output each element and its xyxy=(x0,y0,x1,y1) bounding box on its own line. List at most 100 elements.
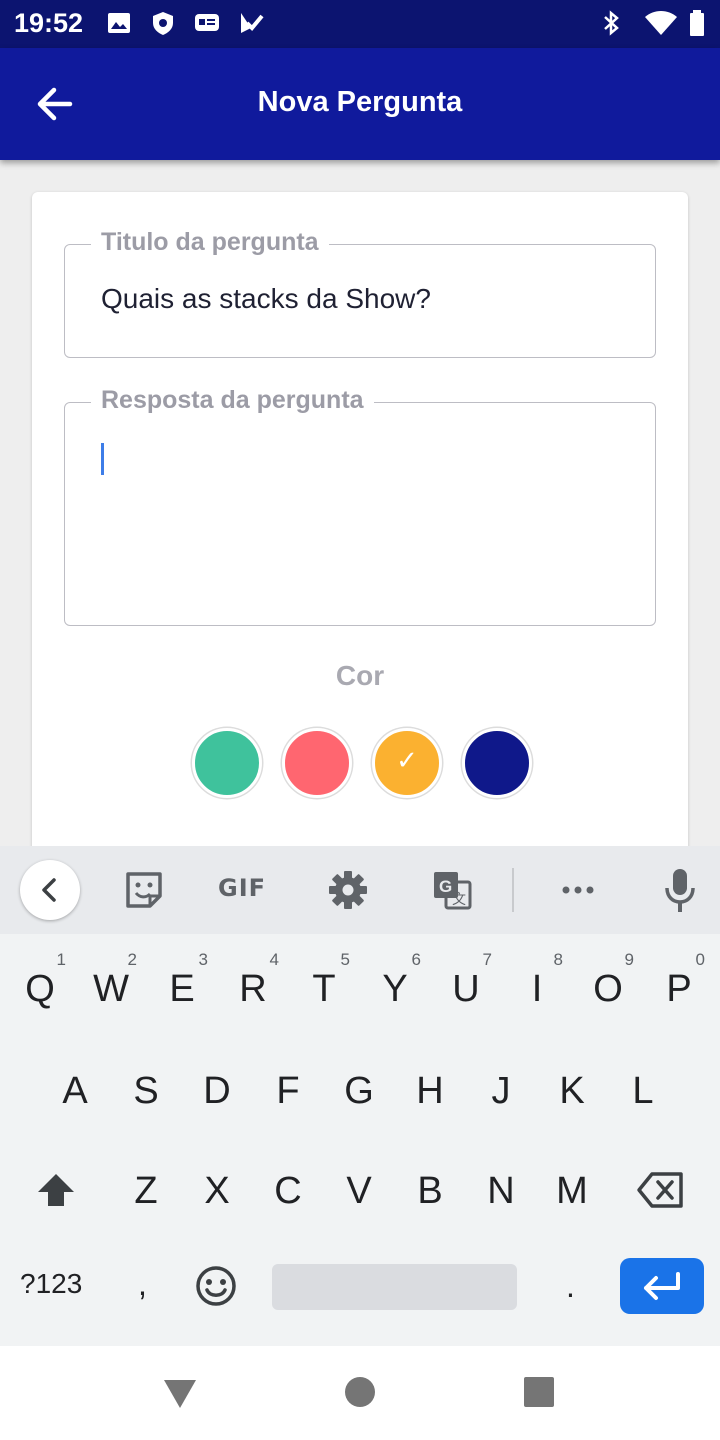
key-label: K xyxy=(559,1070,585,1112)
key-hint: 2 xyxy=(127,950,137,969)
space-bar[interactable] xyxy=(272,1264,517,1310)
bluetooth-icon xyxy=(604,10,619,36)
key-q[interactable]: Q1 xyxy=(8,950,72,1030)
key-label: P xyxy=(666,968,692,1010)
nav-recents-icon[interactable] xyxy=(524,1377,554,1407)
color-swatch[interactable] xyxy=(282,728,352,798)
question-form-card: Titulo da pergunta Quais as stacks da Sh… xyxy=(32,192,688,892)
key-k[interactable]: K xyxy=(540,1052,604,1132)
key-t[interactable]: T5 xyxy=(292,950,356,1030)
key-l[interactable]: L xyxy=(611,1052,675,1132)
more-icon[interactable] xyxy=(556,868,600,912)
enter-icon xyxy=(644,1272,680,1300)
key-label: B xyxy=(417,1170,443,1212)
key-label: N xyxy=(487,1170,515,1212)
key-label: X xyxy=(204,1170,230,1212)
toolbar-divider xyxy=(512,868,514,912)
key-r[interactable]: R4 xyxy=(221,950,285,1030)
key-i[interactable]: I8 xyxy=(505,950,569,1030)
key-n[interactable]: N xyxy=(469,1152,533,1232)
settings-icon[interactable] xyxy=(326,868,370,912)
key-hint: 4 xyxy=(269,950,279,969)
key-label: Q xyxy=(25,968,55,1010)
translate-icon[interactable]: G 文 xyxy=(430,868,474,912)
selected-check-icon: ✓ xyxy=(396,745,418,775)
key-hint: 9 xyxy=(624,950,634,969)
key-m[interactable]: M xyxy=(540,1152,604,1232)
key-label: S xyxy=(133,1070,159,1112)
key-g[interactable]: G xyxy=(327,1052,391,1132)
question-answer-label: Resposta da pergunta xyxy=(91,386,374,415)
enter-key[interactable] xyxy=(620,1258,704,1314)
key-f[interactable]: F xyxy=(256,1052,320,1132)
key-label: A xyxy=(62,1070,88,1112)
key-hint: 3 xyxy=(198,950,208,969)
backspace-icon[interactable] xyxy=(636,1168,686,1212)
key-o[interactable]: O9 xyxy=(576,950,640,1030)
key-label: L xyxy=(632,1070,654,1112)
battery-icon xyxy=(690,10,704,36)
period-key[interactable]: . xyxy=(566,1268,575,1305)
emoji-icon[interactable] xyxy=(194,1264,238,1308)
key-x[interactable]: X xyxy=(185,1152,249,1232)
key-e[interactable]: E3 xyxy=(150,950,214,1030)
key-p[interactable]: P0 xyxy=(647,950,711,1030)
key-w[interactable]: W2 xyxy=(79,950,143,1030)
key-h[interactable]: H xyxy=(398,1052,462,1132)
key-label: T xyxy=(312,968,336,1010)
key-label: M xyxy=(556,1170,588,1212)
key-c[interactable]: C xyxy=(256,1152,320,1232)
key-label: C xyxy=(274,1170,302,1212)
wifi-icon xyxy=(645,11,677,35)
question-title-field[interactable]: Titulo da pergunta Quais as stacks da Sh… xyxy=(64,228,656,358)
gif-button[interactable]: GIF xyxy=(218,874,266,902)
key-label: Z xyxy=(134,1170,158,1212)
mic-icon[interactable] xyxy=(658,866,702,914)
key-label: G xyxy=(344,1070,374,1112)
question-title-value: Quais as stacks da Show? xyxy=(101,283,431,314)
key-y[interactable]: Y6 xyxy=(363,950,427,1030)
text-cursor xyxy=(101,443,104,475)
page-title: Nova Pergunta xyxy=(257,86,463,118)
key-hint: 8 xyxy=(553,950,563,969)
nav-home-icon[interactable] xyxy=(344,1376,376,1408)
key-u[interactable]: U7 xyxy=(434,950,498,1030)
key-label: H xyxy=(416,1070,444,1112)
svg-text:文: 文 xyxy=(452,892,466,908)
svg-text:G: G xyxy=(439,877,452,896)
symbols-key[interactable]: ?123 xyxy=(20,1268,82,1300)
key-label: E xyxy=(169,968,195,1010)
app-bar: Nova Pergunta xyxy=(0,48,720,160)
color-swatch[interactable]: ✓ xyxy=(372,728,442,798)
key-d[interactable]: D xyxy=(185,1052,249,1132)
key-z[interactable]: Z xyxy=(114,1152,178,1232)
key-label: U xyxy=(452,968,480,1010)
key-label: O xyxy=(593,968,623,1010)
keyboard-back-button[interactable] xyxy=(20,860,80,920)
color-swatch[interactable] xyxy=(192,728,262,798)
comma-key[interactable]: , xyxy=(138,1266,147,1303)
sticker-icon[interactable] xyxy=(122,868,166,912)
color-swatch[interactable] xyxy=(462,728,532,798)
key-label: F xyxy=(276,1070,300,1112)
key-hint: 5 xyxy=(340,950,350,969)
key-b[interactable]: B xyxy=(398,1152,462,1232)
question-answer-field[interactable]: Resposta da pergunta xyxy=(64,386,656,626)
key-v[interactable]: V xyxy=(327,1152,391,1232)
nav-back-icon[interactable] xyxy=(162,1378,198,1410)
key-label: D xyxy=(203,1070,231,1112)
check-icon xyxy=(241,13,264,33)
key-label: W xyxy=(93,968,129,1010)
key-hint: 6 xyxy=(411,950,421,969)
question-title-label: Titulo da pergunta xyxy=(91,228,329,257)
keyboard-toolbar: GIF G 文 xyxy=(0,846,720,934)
key-j[interactable]: J xyxy=(469,1052,533,1132)
shift-key-icon[interactable] xyxy=(34,1168,78,1212)
key-a[interactable]: A xyxy=(43,1052,107,1132)
key-label: J xyxy=(491,1070,511,1112)
status-time: 19:52 xyxy=(14,8,84,38)
key-label: V xyxy=(346,1170,372,1212)
system-nav-bar xyxy=(0,1346,720,1440)
keyboard: GIF G 文 Q 1 W 2 E 3 R 4 T 5 Y 6 U 7 I 8 … xyxy=(0,846,720,1346)
key-s[interactable]: S xyxy=(114,1052,178,1132)
